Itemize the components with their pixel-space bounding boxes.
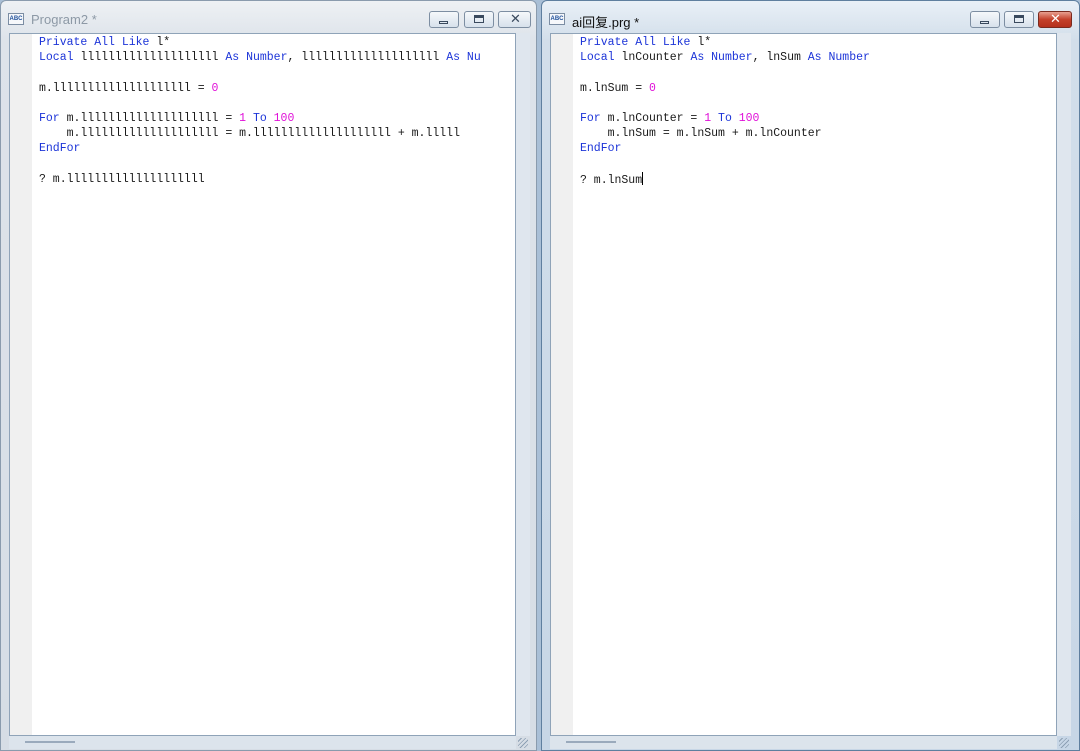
close-icon: ✕ — [1050, 12, 1061, 27]
code-line[interactable] — [580, 96, 1056, 111]
editor-gutter — [551, 34, 573, 735]
code-editor[interactable]: Private All Like l* Local lllllllllllllll… — [9, 33, 516, 736]
code-line[interactable]: Private All Like l* — [580, 35, 1056, 50]
code-line[interactable] — [39, 65, 515, 80]
keyword-token: Private All Like — [39, 36, 157, 49]
keyword-token: EndFor — [39, 142, 81, 156]
scroll-thumb[interactable] — [566, 741, 616, 743]
restore-button[interactable] — [464, 11, 494, 28]
code-line[interactable] — [580, 157, 1056, 172]
number-token: 0 — [649, 81, 656, 95]
code-token: ? m.lnSum — [580, 173, 643, 187]
horizontal-scrollbar[interactable] — [550, 736, 1057, 749]
code-token: m.llllllllllllllllllll = m.lllllllllllll… — [39, 127, 460, 141]
minimize-button[interactable] — [970, 11, 1000, 28]
code-token: llllllllllllllllllll — [80, 51, 226, 65]
abc-document-icon: ABC — [549, 13, 565, 25]
resize-grip-icon[interactable] — [518, 738, 528, 748]
restore-button[interactable] — [1004, 11, 1034, 28]
code-token: , llllllllllllllllllll — [287, 51, 447, 65]
keyword-token: As Nu — [446, 51, 481, 65]
code-line[interactable] — [580, 65, 1056, 80]
code-line[interactable]: Local lnCounter As Number, lnSum As Numb… — [580, 50, 1056, 65]
close-button[interactable]: ✕ — [1038, 11, 1072, 28]
vertical-scrollbar[interactable] — [516, 33, 530, 736]
code-token: m.lnSum = m.lnSum + m.lnCounter — [580, 127, 822, 141]
number-token: 1 — [239, 111, 247, 125]
code-line[interactable]: m.llllllllllllllllllll = m.lllllllllllll… — [39, 126, 515, 141]
restore-icon — [474, 15, 484, 23]
code-token: m.llllllllllllllllllll = — [39, 81, 212, 95]
close-button[interactable]: ✕ — [498, 11, 531, 28]
close-icon: ✕ — [510, 12, 521, 27]
vertical-scrollbar[interactable] — [1057, 33, 1071, 736]
code-token: m.lnSum = — [580, 81, 650, 95]
title-bar[interactable]: ABC ai回复.prg * ✕ — [542, 1, 1079, 33]
code-area[interactable]: Private All Like l* Local lnCounter As Nu… — [580, 34, 1056, 735]
code-area[interactable]: Private All Like l* Local lllllllllllllll… — [39, 34, 515, 735]
code-line[interactable]: For m.llllllllllllllllllll = 1 To 100 — [39, 111, 515, 126]
resize-grip-icon[interactable] — [1059, 738, 1069, 748]
code-token: m.llllllllllllllllllll = — [66, 111, 240, 125]
scroll-thumb[interactable] — [25, 741, 75, 743]
code-token: l* — [156, 36, 171, 49]
minimize-icon — [980, 21, 989, 24]
keyword-token: Private All Like — [580, 36, 698, 49]
window-ai-reply[interactable]: ABC ai回复.prg * ✕ Private All Like l* Loca… — [541, 0, 1080, 751]
title-bar[interactable]: ABC Program2 * ✕ — [1, 1, 536, 33]
code-editor[interactable]: Private All Like l* Local lnCounter As Nu… — [550, 33, 1057, 736]
code-line[interactable]: ? m.llllllllllllllllllll — [39, 172, 515, 187]
keyword-token: As Number — [225, 51, 288, 65]
code-line[interactable]: ? m.lnSum — [580, 171, 1056, 187]
code-line[interactable] — [39, 96, 515, 111]
code-line[interactable]: EndFor — [39, 141, 515, 156]
code-line[interactable]: Local llllllllllllllllllll As Number, ll… — [39, 50, 515, 65]
code-line[interactable]: m.lnSum = m.lnSum + m.lnCounter — [580, 126, 1056, 141]
code-line[interactable]: m.llllllllllllllllllll = 0 — [39, 81, 515, 96]
number-token: 100 — [738, 111, 760, 125]
keyword-token: For — [580, 111, 608, 125]
window-program2[interactable]: ABC Program2 * ✕ Private All Like l* Loca… — [0, 0, 537, 751]
code-line[interactable]: m.lnSum = 0 — [580, 81, 1056, 96]
text-cursor — [642, 171, 644, 185]
code-token: m.lnCounter = — [607, 111, 705, 125]
minimize-button[interactable] — [429, 11, 459, 28]
code-line[interactable]: Private All Like l* — [39, 35, 515, 50]
keyword-token: For — [39, 111, 67, 125]
window-title: ai回复.prg * — [572, 15, 640, 30]
code-token: l* — [697, 36, 712, 49]
number-token: 100 — [273, 111, 295, 125]
keyword-token: As Number — [807, 51, 870, 65]
code-token: ? m.llllllllllllllllllll — [39, 172, 205, 186]
window-title: Program2 * — [31, 12, 97, 27]
horizontal-scrollbar[interactable] — [9, 736, 516, 749]
code-line[interactable]: EndFor — [580, 141, 1056, 156]
code-line[interactable]: For m.lnCounter = 1 To 100 — [580, 111, 1056, 126]
keyword-token: As Number — [690, 51, 753, 65]
number-token: 0 — [211, 81, 219, 95]
keyword-token: Local — [580, 51, 622, 65]
keyword-token: Local — [39, 51, 81, 65]
restore-icon — [1014, 15, 1024, 23]
minimize-icon — [439, 21, 448, 24]
keyword-token: To — [246, 111, 274, 125]
code-line[interactable] — [39, 157, 515, 172]
keyword-token: To — [711, 111, 739, 125]
editor-gutter — [10, 34, 32, 735]
abc-document-icon: ABC — [8, 13, 24, 25]
code-token: lnCounter — [621, 51, 691, 65]
keyword-token: EndFor — [580, 142, 622, 156]
code-token: , lnSum — [752, 51, 808, 65]
